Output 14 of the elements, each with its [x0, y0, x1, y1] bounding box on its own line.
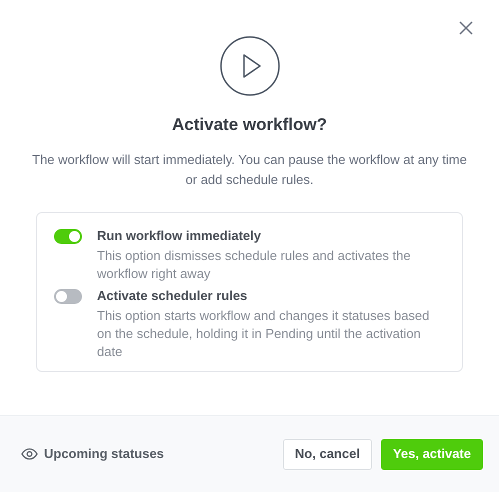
option-description: This option dismisses schedule rules and activates the workflow right away: [97, 246, 412, 282]
cancel-button[interactable]: No, cancel: [282, 438, 372, 470]
toggle-switch[interactable]: [54, 288, 82, 304]
close-button[interactable]: [458, 20, 474, 36]
play-icon: [220, 36, 280, 96]
eye-icon: [21, 448, 38, 460]
option-description: This option starts workflow and changes it statuses based on the schedule, holding it in Pending until the activation date: [97, 306, 430, 360]
option-title: Activate scheduler rules: [97, 286, 248, 304]
dialog-description: The workflow will start immediately. You can pause the workflow at any time or add schedule rules.: [31, 150, 468, 188]
upcoming-statuses-link[interactable]: Upcoming statuses: [21, 444, 164, 464]
dialog-title: Activate workflow?: [172, 114, 327, 136]
close-icon: [459, 21, 473, 35]
option-title: Run workflow immediately: [97, 226, 262, 244]
toggle-switch[interactable]: [54, 228, 82, 244]
